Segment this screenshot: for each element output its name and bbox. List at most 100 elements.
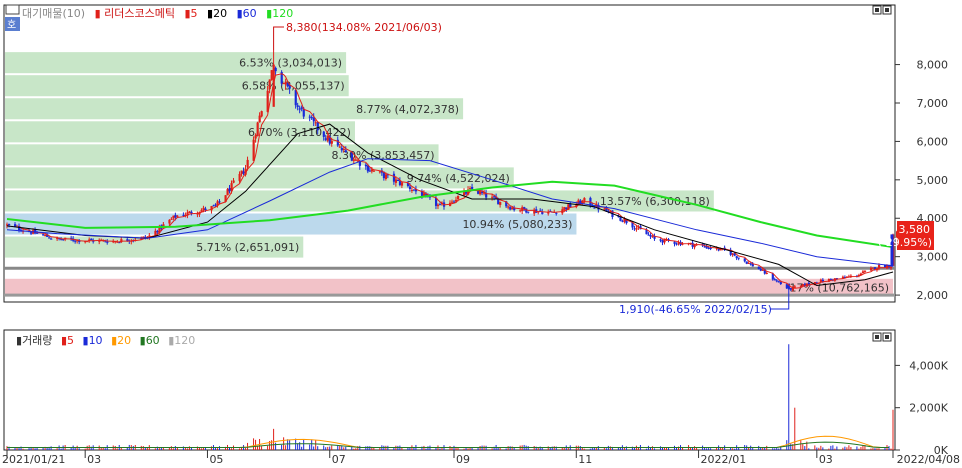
candle-body [757, 266, 760, 270]
stock-chart: 6.53% (3,034,013) 6.58% (3,055,137) 8.77% … [2, 4, 960, 466]
candle-body [344, 150, 347, 153]
legend-vol-ma10: 10 [89, 334, 103, 347]
candle-body [438, 204, 442, 206]
candle-body [340, 147, 343, 151]
candle-body [8, 224, 11, 226]
candle-body [396, 179, 400, 181]
candle-body [603, 208, 606, 210]
chart-menu-icon[interactable] [5, 4, 20, 15]
candle-body [869, 268, 873, 271]
volume-profile-label: 13.57% (6,300,118) [600, 195, 710, 208]
candle-body [693, 244, 696, 248]
x-tick-label: 2022/04/08 [897, 453, 960, 466]
low-price-annotation: 1,910(-46.65% 2022/02/15) [619, 303, 772, 316]
candle-body [252, 139, 255, 161]
x-tick-label: 03 [819, 453, 833, 466]
candle-body [621, 220, 624, 222]
price-y-tick-label: 7,000 [917, 97, 949, 110]
candle-body [479, 191, 482, 195]
candle-body [354, 159, 357, 161]
candle-body [649, 234, 652, 237]
candle-body [322, 131, 325, 137]
candle-body [555, 212, 558, 214]
volume-profile-label: 10.94% (5,080,233) [462, 218, 572, 231]
stock-search-icon-glyph: 호 [7, 19, 16, 31]
candle-body [258, 115, 261, 123]
candle-body [296, 105, 299, 107]
legend-vol-ma120: 120 [174, 334, 195, 347]
candle-body [647, 234, 650, 236]
candle-body [284, 81, 287, 85]
candle-body [633, 228, 636, 230]
candle-body [777, 281, 780, 283]
candle-body [799, 285, 802, 287]
candle-body [675, 243, 678, 245]
candle-body [889, 267, 893, 269]
volume-profile-label: 9.74% (4,522,024) [407, 172, 510, 185]
candle-body [202, 207, 205, 211]
legend-ma5: 5 [191, 7, 198, 20]
candle-body [471, 186, 474, 190]
x-tick-label: 07 [332, 453, 346, 466]
candle-body [747, 262, 750, 264]
candle-body [256, 122, 259, 137]
candle-body [527, 211, 530, 213]
candle-body [499, 201, 502, 205]
candle-body [511, 207, 514, 210]
candle-body [779, 282, 782, 285]
candle-body [707, 247, 710, 249]
candle-body [50, 238, 53, 240]
volume-profile-label: 5.71% (2,651,091) [196, 241, 299, 254]
candle-body [400, 182, 404, 186]
candle-body [182, 214, 185, 216]
candle-body [436, 204, 440, 207]
volume-profile-label: 6.53% (3,034,013) [239, 57, 342, 70]
price-y-tick-label: 6,000 [917, 135, 949, 148]
x-tick-label: 2022/01 [701, 453, 747, 466]
candle-body [635, 228, 638, 230]
price-y-tick-label: 8,000 [917, 59, 949, 72]
volume-y-tick-label: 4,000K [909, 359, 948, 372]
candle-body [352, 159, 355, 161]
candle-body [372, 170, 376, 172]
candle-body [314, 122, 317, 124]
candle-body [661, 240, 664, 243]
candle-body [659, 239, 662, 241]
price-y-tick-label: 3,000 [917, 251, 949, 264]
candle-body [861, 271, 865, 273]
candle-body [863, 270, 867, 272]
legend-volume-profile: 대기매물(10) [22, 7, 85, 20]
candle-body [254, 135, 257, 139]
candle-body [801, 284, 804, 286]
candle-body [793, 286, 796, 288]
candle-body [204, 208, 207, 211]
candle-body [232, 180, 235, 183]
candle-body [90, 238, 93, 241]
candle-body [42, 234, 45, 236]
candle-body [457, 195, 460, 200]
candle-body [745, 261, 748, 264]
candle-body [378, 171, 382, 173]
volume-profile-label: 6.70% (3,110,422) [248, 126, 351, 139]
candle-body [218, 201, 221, 203]
candle-body [519, 210, 522, 212]
candle-body [270, 70, 273, 80]
candle-body [274, 67, 277, 72]
legend-ma120: 120 [272, 7, 293, 20]
candle-body [673, 241, 676, 244]
candle-body [228, 187, 231, 192]
candle-body [282, 82, 285, 84]
candle-body [735, 256, 738, 259]
legend-vol-ma20: 20 [117, 334, 131, 347]
candle-body [651, 236, 654, 238]
volume-profile-label: 8.77% (4,072,378) [356, 103, 459, 116]
candle-body [773, 279, 776, 281]
candle-body [789, 288, 792, 290]
price-legend: 대기매물(10) ▮ 리더스코스메틱 ▮5 ▮20 ▮60 ▮120 [22, 7, 293, 20]
candle-body [410, 189, 414, 191]
candle-body [350, 152, 353, 161]
candle-body [172, 215, 175, 219]
volume-y-tick-label: 2,000K [909, 402, 948, 415]
current-price-change: ( 29.95%) [878, 236, 932, 249]
candle-body [338, 146, 341, 148]
